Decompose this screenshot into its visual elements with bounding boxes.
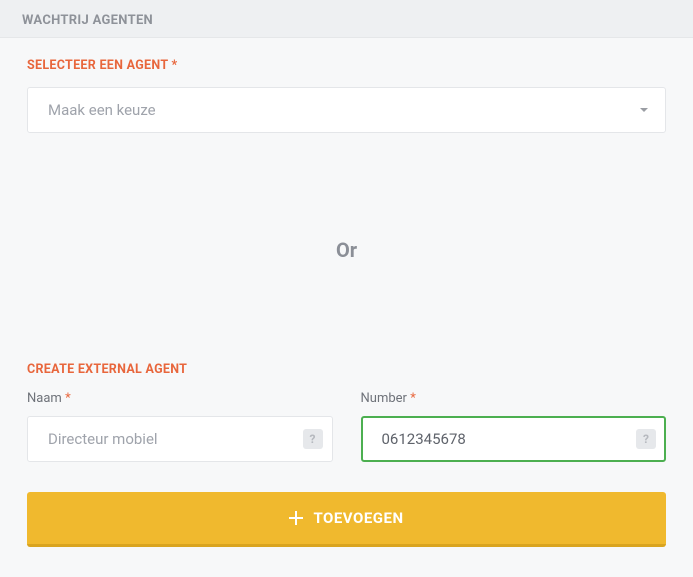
- add-button[interactable]: TOEVOEGEN: [27, 492, 666, 547]
- name-column: Naam * ?: [27, 391, 333, 462]
- plus-icon: [289, 511, 303, 525]
- or-divider: Or: [27, 238, 666, 262]
- header-bar: WACHTRIJ AGENTEN: [0, 0, 693, 38]
- number-column: Number * ?: [361, 391, 667, 462]
- select-agent-wrapper: Maak een keuze: [27, 87, 666, 133]
- number-input-wrapper: ?: [361, 416, 667, 462]
- select-agent-label-text: SELECTEER EEN AGENT: [27, 58, 168, 73]
- number-field-label: Number *: [361, 391, 667, 406]
- add-button-label: TOEVOEGEN: [313, 509, 403, 527]
- name-field-label: Naam *: [27, 391, 333, 406]
- required-asterisk: *: [410, 391, 416, 406]
- number-field[interactable]: [361, 416, 667, 462]
- required-asterisk: *: [171, 58, 177, 73]
- external-agent-form-row: Naam * ? Number * ?: [27, 391, 666, 462]
- select-agent-label: SELECTEER EEN AGENT *: [27, 58, 666, 73]
- select-agent-dropdown[interactable]: Maak een keuze: [27, 87, 666, 133]
- content-area: SELECTEER EEN AGENT * Maak een keuze Or …: [0, 38, 693, 577]
- help-icon[interactable]: ?: [636, 429, 656, 449]
- required-asterisk: *: [65, 391, 71, 406]
- name-input-wrapper: ?: [27, 416, 333, 462]
- name-field[interactable]: [27, 416, 333, 462]
- name-label-text: Naam: [27, 391, 62, 406]
- create-external-label: CREATE EXTERNAL AGENT: [27, 362, 666, 377]
- number-label-text: Number: [361, 391, 407, 406]
- header-title: WACHTRIJ AGENTEN: [22, 13, 153, 28]
- help-icon[interactable]: ?: [303, 429, 323, 449]
